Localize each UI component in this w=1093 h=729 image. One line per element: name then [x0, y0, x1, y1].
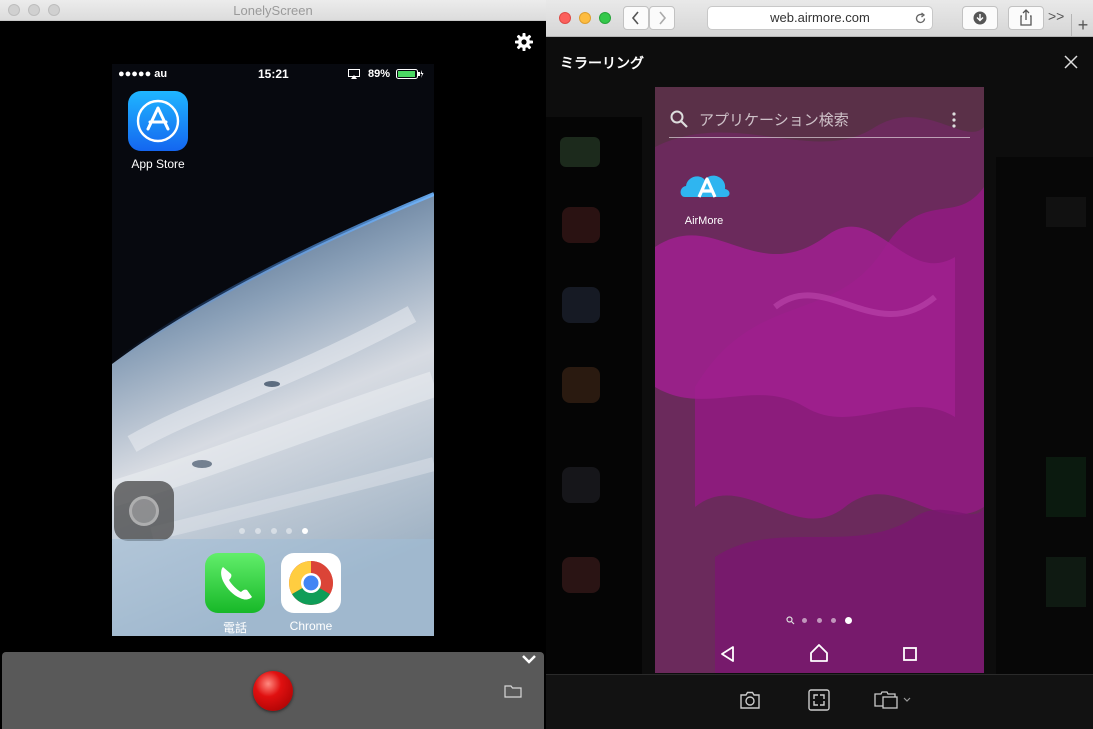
chrome-label: Chrome	[289, 619, 333, 633]
new-tab-button[interactable]: +	[1071, 14, 1093, 37]
reload-icon[interactable]	[914, 12, 927, 25]
page-dot	[817, 618, 822, 623]
battery-percent: 89%	[368, 68, 391, 80]
page-dot	[802, 618, 807, 623]
chevron-right-icon	[659, 11, 667, 25]
assistive-touch-ring	[129, 496, 159, 526]
android-nav-bar	[655, 637, 984, 673]
forward-button[interactable]	[649, 6, 675, 30]
app-store-label: App Store	[131, 157, 185, 171]
android-screen: アプリケーション検索 AirMore	[655, 87, 984, 673]
search-underline	[669, 137, 970, 138]
search-page-icon	[786, 616, 795, 625]
record-button[interactable]	[253, 671, 293, 711]
chevron-left-icon	[631, 11, 639, 25]
home-icon[interactable]	[809, 643, 829, 663]
window-close-button[interactable]	[559, 12, 571, 24]
assistive-touch-button[interactable]	[114, 481, 174, 541]
download-icon	[973, 11, 987, 25]
lonelyscreen-titlebar: LonelyScreen	[0, 0, 546, 21]
share-button[interactable]	[1008, 6, 1044, 30]
search-icon[interactable]	[669, 109, 689, 129]
window-title: LonelyScreen	[233, 3, 313, 18]
gear-icon[interactable]	[514, 32, 534, 52]
chrome-icon[interactable]	[281, 553, 341, 613]
battery-icon	[396, 69, 424, 79]
back-triangle-icon[interactable]	[719, 645, 737, 663]
folder-icon[interactable]	[504, 684, 522, 698]
page-dot	[255, 528, 261, 534]
downloads-button[interactable]	[962, 6, 998, 30]
close-icon[interactable]	[1062, 53, 1080, 71]
back-button[interactable]	[623, 6, 649, 30]
lonelyscreen-window: LonelyScreen ●●●●● au 15:21 89% App Stor…	[0, 0, 546, 729]
carrier-signal: ●●●●● au	[118, 68, 168, 80]
airmore-label: AirMore	[684, 215, 724, 227]
page-dot	[271, 528, 277, 534]
address-bar[interactable]: web.airmore.com	[707, 6, 933, 30]
ios-status-bar: ●●●●● au 15:21 89%	[112, 64, 434, 84]
more-vert-icon[interactable]	[951, 111, 957, 129]
app-store-icon[interactable]	[128, 91, 188, 151]
airplay-icon	[348, 69, 360, 79]
status-time: 15:21	[258, 67, 289, 81]
fullscreen-icon[interactable]	[807, 688, 831, 712]
page-dot	[239, 528, 245, 534]
screenshot-icon[interactable]	[738, 688, 762, 712]
more-toolbar-button[interactable]: >>	[1048, 8, 1064, 24]
page-dot	[831, 618, 836, 623]
address-text: web.airmore.com	[770, 10, 870, 25]
window-zoom-button[interactable]	[599, 12, 611, 24]
share-icon	[1020, 9, 1032, 26]
screen-mode-icon[interactable]	[873, 688, 913, 712]
page-dot	[286, 528, 292, 534]
airmore-icon[interactable]	[677, 167, 733, 207]
app-search-placeholder[interactable]: アプリケーション検索	[699, 109, 849, 130]
mirroring-title: ミラーリング	[560, 55, 644, 71]
chevron-down-icon[interactable]	[520, 654, 538, 666]
iphone-screen: ●●●●● au 15:21 89% App Store 電話 Chrome	[112, 64, 434, 636]
recents-icon[interactable]	[902, 646, 918, 662]
window-minimize-button[interactable]	[579, 12, 591, 24]
page-dot-current	[302, 528, 308, 534]
phone-icon[interactable]	[205, 553, 265, 613]
page-dot-current	[845, 617, 852, 624]
